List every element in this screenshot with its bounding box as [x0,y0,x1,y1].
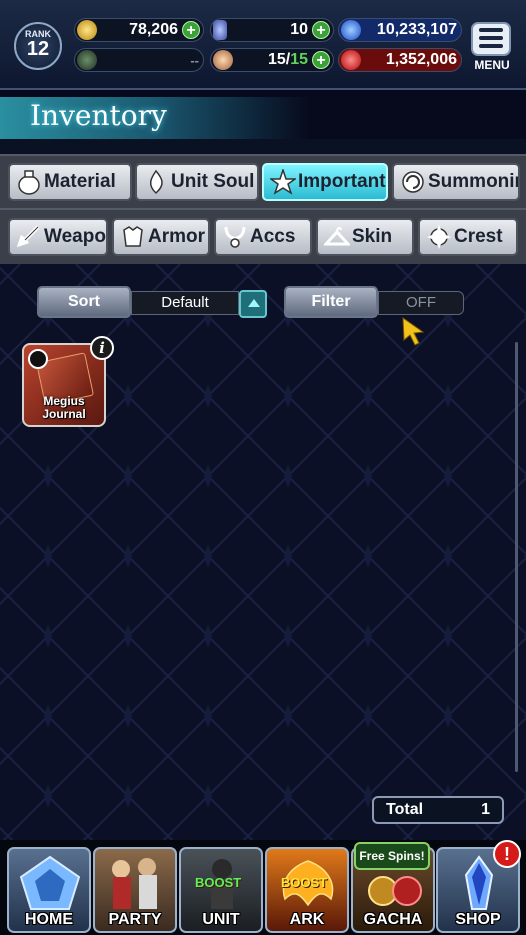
filter-button[interactable]: Filter [284,286,378,318]
item-info-icon[interactable]: i [90,336,114,360]
crystal-value: 10 [290,21,308,38]
lapis-icon [341,20,361,40]
nav-gacha-label: GACHA [363,911,423,928]
nav-shop-label: SHOP [455,911,501,928]
armor-icon [123,226,143,247]
sword-icon [16,225,40,248]
add-storage-button[interactable]: + [312,51,330,69]
stat-counter: -- [74,48,204,72]
tab-unit-soul-label: Unit Soul [171,171,255,192]
nav-home-button[interactable]: HOME [7,847,91,933]
visions-orb-icon [341,50,361,70]
nav-ark-label: ARK [289,911,325,928]
tab-skin[interactable]: Skin [316,218,414,256]
tab-material[interactable]: Material [8,163,132,201]
hanger-icon [324,226,350,246]
filter-status-field[interactable]: OFF [378,291,464,315]
sort-value-field[interactable]: Default [131,291,239,315]
tab-accessories-label: Accs [250,226,296,247]
tab-unit-soul[interactable]: Unit Soul [135,163,259,201]
tab-material-label: Material [44,171,116,192]
nav-party-label: PARTY [108,911,162,928]
soul-flame-icon [149,169,163,195]
gil-counter[interactable]: 78,206 + [74,18,204,42]
sort-button[interactable]: Sort [37,286,131,318]
tab-weapon-label: Weapon [44,226,106,247]
storage-counter[interactable]: 15/15 + [210,48,334,72]
total-label: Total [386,801,424,818]
title-banner: Inventory [0,97,310,139]
rank-badge[interactable]: RANK 12 [14,22,62,70]
compass-icon [77,50,97,70]
crest-icon [427,225,451,249]
gil-value: 78,206 [129,21,178,38]
tab-crest[interactable]: Crest [418,218,518,256]
lapis-value: 10,233,107 [376,21,457,38]
item-type-badge-icon [28,349,48,369]
stat-value: -- [190,52,199,68]
storage-used: 15/ [267,51,291,68]
nav-ark-button[interactable]: BOOST ARK [265,847,349,933]
total-value: 1 [481,801,490,818]
party-characters-icon [112,858,157,909]
top-hud: RANK 12 78,206 + 10 + 10,233,107 -- 15/1… [0,0,526,90]
nav-unit-label: UNIT [202,911,240,928]
lapis-counter[interactable]: 10,233,107 [338,18,462,42]
star-icon [270,169,296,195]
free-spins-badge[interactable]: Free Spins! [354,842,430,870]
visions-value: 1,352,006 [385,51,457,68]
sort-order-toggle[interactable] [239,290,267,318]
item-name-line2: Journal [42,407,86,421]
nav-party-button[interactable]: PARTY [93,847,177,933]
pet-icon [213,50,233,70]
tab-weapon[interactable]: Weapon [8,218,108,256]
menu-label: MENU [474,58,510,72]
crystal-counter[interactable]: 10 + [210,18,334,42]
category-tabs-secondary: Weapon Armor Accs Skin Crest [0,208,526,264]
visions-counter[interactable]: 1,352,006 [338,48,462,72]
add-crystal-button[interactable]: + [312,21,330,39]
tab-important-label: Important [298,171,386,192]
tab-summoning[interactable]: Summoning [392,163,520,201]
unit-boost-badge: BOOST [195,875,242,890]
title-divider [0,139,526,154]
tab-summoning-label: Summoning [428,171,518,192]
rank-value: 12 [26,38,50,60]
ark-boost-badge: BOOST [281,875,328,890]
pointer-cursor-icon [402,317,425,346]
menu-button[interactable] [471,22,511,56]
add-gil-button[interactable]: + [182,21,200,39]
nav-home-label: HOME [25,911,73,928]
bag-icon [18,170,40,195]
nav-unit-button[interactable]: BOOST UNIT [179,847,263,933]
tab-armor[interactable]: Armor [112,218,210,256]
crystal-icon [213,20,227,40]
tab-important[interactable]: Important [262,163,388,201]
list-scrollbar[interactable] [515,342,518,772]
total-count-box: Total 1 [372,796,504,824]
summon-swirl-icon [402,171,424,193]
tab-armor-label: Armor [148,226,206,247]
home-crystal-icon [19,855,81,910]
storage-value: 15/15 [233,51,312,69]
storage-max: 15 [290,51,308,68]
page-title: Inventory [30,99,167,132]
item-name: Megius Journal [24,395,104,421]
necklace-icon [224,226,246,248]
tab-skin-label: Skin [352,226,393,247]
category-tabs-primary: Material Unit Soul Important Summoning [0,154,526,208]
shop-alert-badge: ! [493,840,521,868]
tab-crest-label: Crest [454,226,503,247]
gil-coin-icon [77,20,97,40]
tab-accessories[interactable]: Accs [214,218,312,256]
